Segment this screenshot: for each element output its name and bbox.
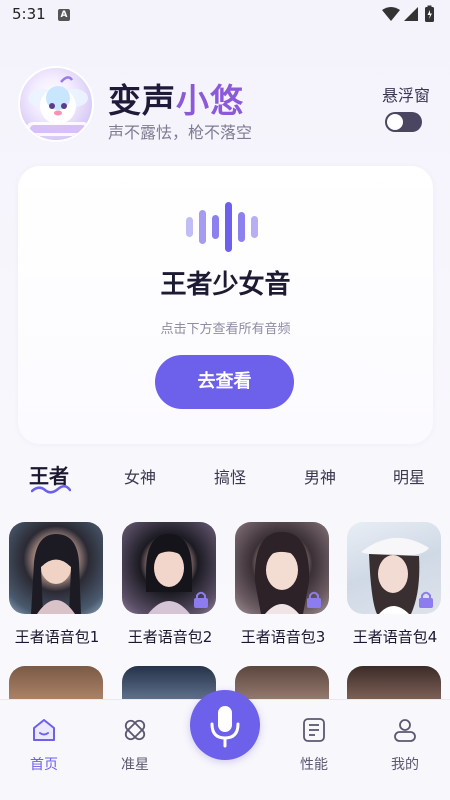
notification-icon: A [58, 9, 70, 21]
voice-pack-card[interactable]: 王者语音包1 [9, 522, 103, 646]
voice-pack-name: 王者语音包4 [352, 628, 438, 646]
voice-pack-name: 王者语音包2 [127, 628, 213, 646]
lock-icon [194, 591, 208, 608]
lock-icon [307, 591, 321, 608]
float-window-label: 悬浮窗 [381, 86, 430, 105]
voice-pack-name: 王者语音包3 [240, 628, 326, 646]
app-title: 变声小悠 [108, 74, 244, 122]
tab-gaoguai[interactable]: 搞怪 [214, 464, 246, 488]
status-time: 5:31 [12, 5, 46, 23]
nav-performance[interactable]: 性能 [279, 700, 349, 780]
performance-icon [303, 718, 325, 742]
voice-pack-name: 王者语音包1 [14, 628, 100, 646]
view-all-button[interactable]: 去查看 [155, 355, 294, 409]
nav-home[interactable]: 首页 [9, 700, 79, 780]
nav-label: 首页 [30, 757, 58, 773]
app-title-part1: 变声 [108, 81, 176, 120]
float-window-toggle[interactable] [385, 112, 422, 132]
app-logo-avatar [18, 66, 94, 142]
app-slogan: 声不露怯，枪不落空 [108, 123, 253, 142]
nav-label: 我的 [391, 757, 419, 773]
app-title-part2: 小悠 [176, 81, 244, 120]
featured-voice-card: 王者少女音 点击下方查看所有音频 去查看 [18, 166, 433, 444]
voice-pack-thumbnail [9, 522, 103, 614]
home-icon [33, 719, 55, 741]
voice-pack-thumbnail [235, 522, 329, 614]
nav-profile[interactable]: 我的 [370, 700, 440, 780]
featured-voice-hint: 点击下方查看所有音频 [160, 322, 291, 337]
tab-nvshen[interactable]: 女神 [124, 464, 156, 488]
voice-pack-thumbnail [347, 522, 441, 614]
voice-pack-thumbnail [122, 522, 216, 614]
tab-mingxing[interactable]: 明星 [393, 464, 425, 488]
toggle-knob [387, 114, 403, 130]
lock-icon [419, 591, 433, 608]
status-bar: 5:31 A [0, 0, 450, 30]
mascot-icon [26, 76, 90, 136]
wifi-signal-battery-icon [382, 5, 434, 22]
portrait-icon [31, 534, 81, 614]
featured-voice-title: 王者少女音 [160, 270, 291, 300]
crosshair-icon [124, 719, 146, 741]
nav-crosshair[interactable]: 准星 [100, 700, 170, 780]
voice-pack-card[interactable]: 王者语音包3 [235, 522, 329, 646]
voice-pack-card[interactable]: 王者语音包4 [347, 522, 441, 646]
voice-pack-card[interactable]: 王者语音包2 [122, 522, 216, 646]
tab-nanshen[interactable]: 男神 [304, 464, 336, 488]
status-icons [380, 5, 438, 27]
microphone-icon [210, 706, 240, 748]
sound-wave-icon [186, 202, 258, 252]
profile-icon [394, 719, 416, 742]
voice-record-button[interactable] [190, 690, 260, 760]
nav-label: 准星 [121, 757, 149, 773]
nav-label: 性能 [300, 757, 328, 773]
active-tab-indicator [31, 485, 71, 494]
